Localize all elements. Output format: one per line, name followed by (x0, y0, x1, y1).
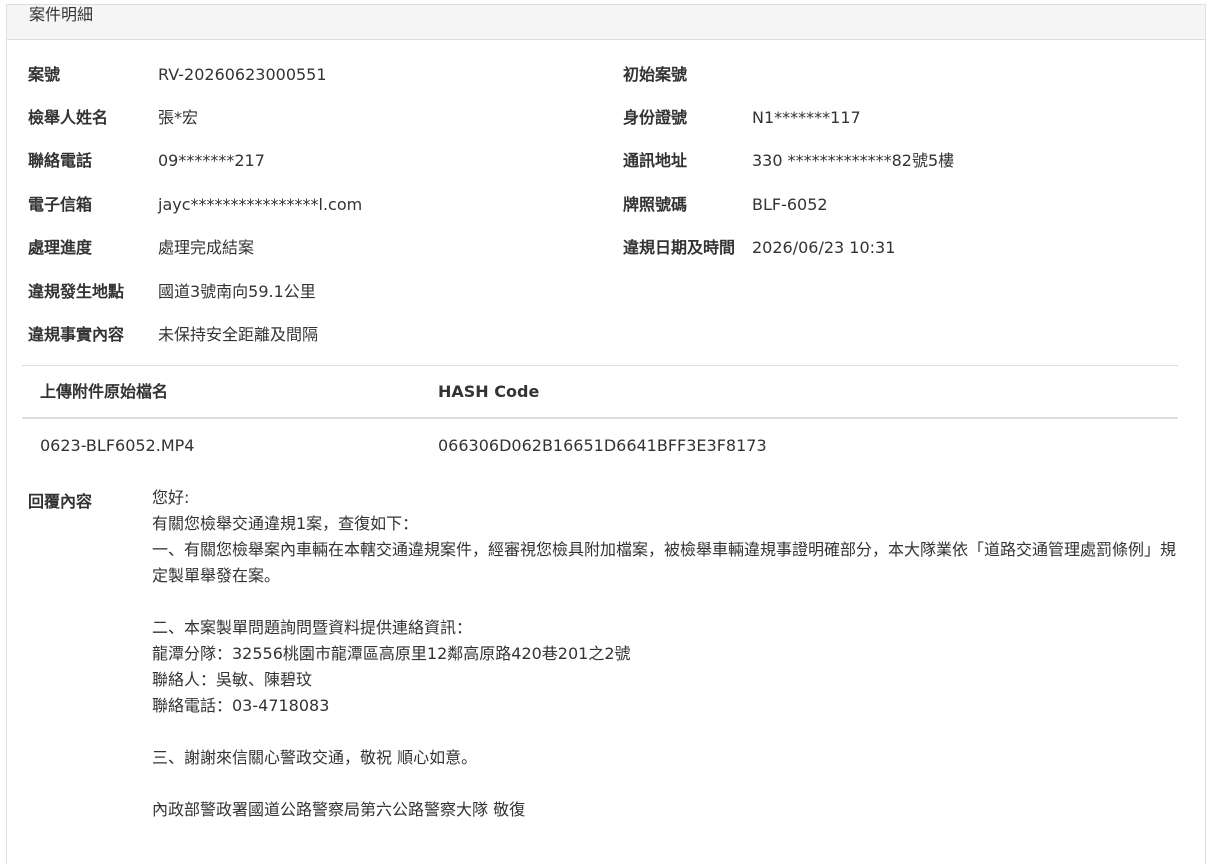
reply-content: 您好: 有關您檢舉交通違規1案，查復如下： 一、有關您檢舉案內車輛在本轄交通違規… (152, 485, 1182, 823)
attachment-filename-cell: 0623-BLF6052.MP4 (40, 436, 195, 455)
reply-intro: 有關您檢舉交通違規1案，查復如下： (152, 514, 419, 533)
reply-contact-phone: 聯絡電話：03-4718083 (152, 696, 330, 715)
reply-greeting: 您好: (152, 488, 190, 507)
progress-value: 處理完成結案 (158, 238, 255, 257)
reply-label: 回覆內容 (28, 492, 93, 511)
email-label: 電子信箱 (28, 195, 93, 214)
reply-blank-line (152, 589, 1182, 615)
reply-contact-person: 聯絡人：吳敏、陳碧玟 (152, 670, 313, 689)
reporter-name-value: 張*宏 (158, 108, 199, 127)
reply-signature: 內政部警政署國道公路警察局第六公路警察大隊 敬復 (152, 800, 526, 819)
progress-label: 處理進度 (28, 238, 93, 257)
attachment-filename-header: 上傳附件原始檔名 (40, 382, 169, 401)
email-value: jayc****************l.com (158, 195, 363, 214)
original-case-no-label: 初始案號 (623, 65, 688, 84)
id-number-label: 身份證號 (623, 108, 688, 127)
reply-section-2: 二、本案製單問題詢問暨資料提供連絡資訊： (152, 618, 473, 637)
attachment-hash-cell: 066306D062B16651D6641BFF3E3F8173 (438, 436, 767, 455)
violation-datetime-value: 2026/06/23 10:31 (752, 238, 896, 257)
reply-section-1: 一、有關您檢舉案內車輛在本轄交通違規案件，經審視您檢具附加檔案，被檢舉車輛違規事… (152, 540, 1177, 585)
table-top-divider (22, 365, 1178, 366)
case-no-value: RV-20260623000551 (158, 65, 327, 84)
attachment-hash-header: HASH Code (438, 382, 540, 401)
reporter-name-label: 檢舉人姓名 (28, 108, 109, 127)
table-header-divider (22, 417, 1178, 419)
panel-title: 案件明細 (7, 5, 1205, 40)
phone-value: 09*******217 (158, 151, 265, 170)
reply-blank-line (152, 771, 1182, 797)
reply-blank-line (152, 719, 1182, 745)
address-value: 330 *************82號5樓 (752, 151, 955, 170)
facts-label: 違規事實內容 (28, 325, 125, 344)
plate-value: BLF-6052 (752, 195, 828, 214)
case-no-label: 案號 (28, 65, 61, 84)
address-label: 通訊地址 (623, 151, 688, 170)
facts-value: 未保持安全距離及間隔 (158, 325, 319, 344)
reply-section-3: 三、謝謝來信關心警政交通，敬祝 順心如意。 (152, 748, 478, 767)
plate-label: 牌照號碼 (623, 195, 688, 214)
reply-contact-office: 龍潭分隊：32556桃園市龍潭區高原里12鄰高原路420巷201之2號 (152, 644, 631, 663)
phone-label: 聯絡電話 (28, 151, 93, 170)
location-value: 國道3號南向59.1公里 (158, 282, 316, 301)
id-number-value: N1*******117 (752, 108, 861, 127)
violation-datetime-label: 違規日期及時間 (623, 238, 736, 257)
location-label: 違規發生地點 (28, 282, 125, 301)
